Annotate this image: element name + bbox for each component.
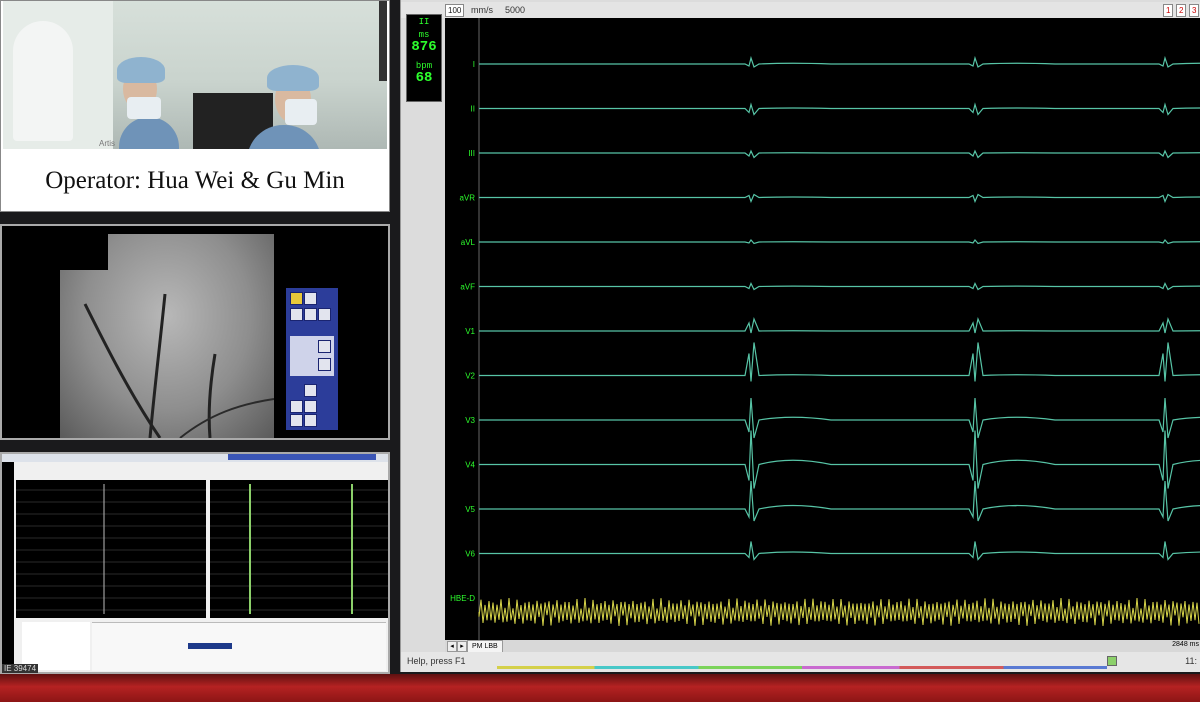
range-label: 5000 bbox=[505, 5, 526, 15]
ep-recording-window: 100 mm/s 5000 1 2 3 II ms 876 bpm 68 I II… bbox=[400, 0, 1200, 672]
fluoro-tool-button[interactable] bbox=[304, 384, 317, 397]
footer-tag: IE 39474 bbox=[2, 664, 39, 673]
time-position: 2848 ms bbox=[1172, 641, 1199, 648]
scroll-left-arrow-icon[interactable]: ◂ bbox=[447, 641, 457, 652]
channel-label: V3 bbox=[465, 416, 475, 425]
ecg-trace-v6 bbox=[479, 541, 1200, 561]
operator-1-cap bbox=[117, 57, 165, 83]
sweep-speed-select[interactable]: 100 bbox=[445, 4, 465, 17]
hbe-trace bbox=[478, 597, 1200, 626]
fluoro-tool-button[interactable] bbox=[290, 400, 303, 413]
channel-label: V5 bbox=[465, 505, 475, 514]
channel-label: aVR bbox=[459, 194, 475, 203]
page-button-2[interactable]: 2 bbox=[1176, 4, 1187, 17]
operator-1-mask bbox=[127, 97, 161, 119]
heart-rate-readout: II ms 876 bpm 68 bbox=[406, 14, 442, 102]
fluoro-tool-button[interactable] bbox=[304, 292, 317, 305]
clock-text: 11: bbox=[1185, 656, 1197, 666]
equipment-label: Artis bbox=[99, 139, 115, 148]
fluoro-tool-palette bbox=[286, 288, 338, 430]
ecg-trace-area: I II III aVR aVL aVF V1 V2 V3 V4 V5 V6 HBE-D bbox=[445, 18, 1200, 640]
fluoro-tool-button[interactable] bbox=[304, 400, 317, 413]
channel-label: II bbox=[471, 105, 475, 114]
channel-color-strip bbox=[497, 666, 1107, 669]
operator-caption: Operator: Hua Wei & Gu Min bbox=[45, 167, 345, 194]
operator-video-scene: Artis bbox=[3, 1, 387, 149]
mini-trace-lines-2 bbox=[210, 484, 388, 614]
status-bar: Help, press F1 11: bbox=[401, 652, 1200, 672]
hr-lead-label: II bbox=[418, 17, 430, 27]
fluoro-tool-button[interactable] bbox=[304, 414, 317, 427]
scroll-right-arrow-icon[interactable]: ▸ bbox=[457, 641, 467, 652]
status-indicator-icon bbox=[1107, 656, 1117, 666]
ecg-trace-avr bbox=[479, 193, 1200, 204]
mini-trace-lines-1 bbox=[16, 484, 206, 614]
channel-label: aVF bbox=[460, 283, 475, 292]
channel-label: V1 bbox=[465, 327, 475, 336]
ecg-trace-v3 bbox=[479, 397, 1200, 439]
operator-1-gown bbox=[119, 117, 179, 149]
mini-blank-area bbox=[22, 622, 90, 670]
presentation-footer-band: IE 39474 bbox=[0, 664, 1200, 702]
catheter-4 bbox=[179, 398, 274, 438]
channel-label: HBE-D bbox=[450, 594, 475, 603]
channel-label: I bbox=[473, 60, 475, 69]
fluoro-tool-button[interactable] bbox=[318, 308, 331, 321]
mini-recording-screen bbox=[0, 452, 390, 674]
page-button-1[interactable]: 1 bbox=[1163, 4, 1174, 17]
c-arm-shape bbox=[13, 21, 73, 141]
ecg-trace-iii bbox=[479, 149, 1200, 159]
page-button-3[interactable]: 3 bbox=[1189, 4, 1200, 17]
operator-video-panel: Artis Operator: Hua Wei & Gu Min bbox=[0, 0, 390, 212]
ecg-trace-ii bbox=[479, 102, 1200, 116]
channel-label: V2 bbox=[465, 372, 475, 381]
fluoro-tool-button[interactable] bbox=[304, 308, 317, 321]
catheter-1 bbox=[83, 303, 162, 438]
channel-label: III bbox=[468, 149, 475, 158]
mini-tab-strip bbox=[228, 454, 376, 460]
ecg-trace-avf bbox=[479, 282, 1200, 291]
cycle-length-value: 876 bbox=[411, 39, 437, 55]
operator-2-mask bbox=[285, 99, 317, 125]
channel-label: V6 bbox=[465, 550, 475, 559]
mini-trace-window-2 bbox=[210, 480, 388, 618]
mini-selected-row bbox=[188, 643, 232, 649]
mini-info-table bbox=[92, 622, 386, 671]
fluoro-tool-button[interactable] bbox=[318, 358, 331, 371]
catheter-3 bbox=[207, 353, 217, 438]
ecg-trace-avl bbox=[479, 239, 1200, 245]
fluoro-tool-button[interactable] bbox=[318, 340, 331, 353]
ecg-trace-v2 bbox=[479, 342, 1200, 382]
mini-trace-window-1 bbox=[16, 480, 206, 618]
fluoro-tool-button[interactable] bbox=[290, 308, 303, 321]
ecg-trace-i bbox=[479, 55, 1200, 68]
mini-hr-readout bbox=[2, 462, 14, 672]
ecg-trace-v5 bbox=[479, 480, 1200, 522]
channel-label: aVL bbox=[461, 238, 476, 247]
door-frame bbox=[379, 1, 387, 81]
fluoro-tool-button[interactable] bbox=[290, 292, 303, 305]
operator-2-cap bbox=[267, 65, 319, 91]
trace-scrollbar[interactable]: ◂ ▸ PM LBB 2848 ms bbox=[445, 640, 1200, 653]
fluoroscopy-panel bbox=[0, 224, 390, 440]
sweep-speed-unit: mm/s bbox=[471, 5, 493, 15]
ecg-traces: IIIIIIaVRaVLaVFV1V2V3V4V5V6HBE-D bbox=[450, 18, 1200, 640]
fluoro-mask-corner bbox=[52, 234, 108, 270]
fluoro-tool-button[interactable] bbox=[290, 414, 303, 427]
ecg-trace-v4 bbox=[479, 430, 1200, 489]
help-text: Help, press F1 bbox=[407, 656, 466, 666]
heart-rate-value: 68 bbox=[415, 70, 433, 86]
ecg-trace-v1 bbox=[479, 316, 1200, 334]
catheter-2 bbox=[148, 293, 167, 438]
recording-toolbar: 100 mm/s 5000 1 2 3 bbox=[401, 2, 1200, 18]
channel-label: V4 bbox=[465, 461, 475, 470]
